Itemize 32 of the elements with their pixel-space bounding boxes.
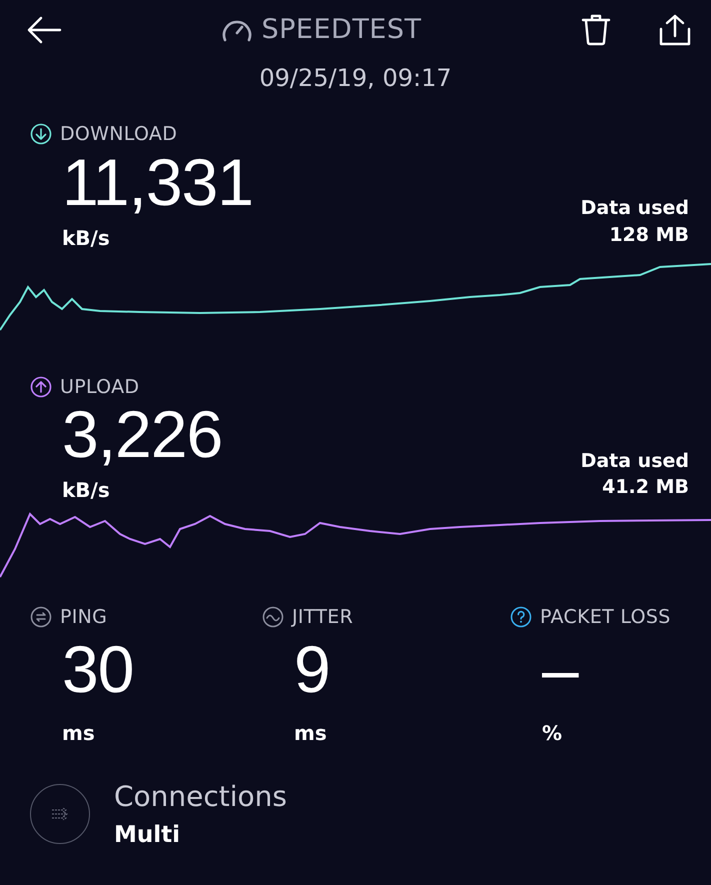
metric-value: 9 — [294, 636, 330, 702]
speed-unit: kB/s — [62, 224, 110, 252]
packet-loss-icon — [510, 606, 532, 628]
metric-label: PING — [60, 605, 108, 630]
connections-label: Connections — [114, 778, 288, 814]
delete-button[interactable] — [580, 14, 611, 46]
speed-value: 11,331 — [62, 148, 253, 214]
download-icon — [30, 123, 52, 146]
metric-label: JITTER — [292, 605, 354, 630]
jitter-icon — [262, 606, 284, 628]
data-used-value: 128 MB — [609, 222, 689, 248]
speed-value: 3,226 — [62, 401, 222, 467]
metric-label: PACKET LOSS — [540, 605, 671, 630]
app-title: SPEEDTEST — [261, 12, 422, 47]
speed-label: UPLOAD — [60, 374, 140, 400]
data-used-label: Data used — [580, 196, 689, 222]
metric-value: – — [542, 636, 578, 702]
data-used-label: Data used — [580, 448, 689, 474]
speed-label: DOWNLOAD — [60, 122, 178, 147]
share-button[interactable] — [658, 14, 691, 46]
back-button[interactable] — [26, 15, 62, 45]
data-used-value: 41.2 MB — [602, 475, 689, 500]
metric-unit: ms — [62, 720, 95, 746]
upload-icon — [30, 376, 52, 398]
metric-unit: % — [542, 720, 562, 746]
ping-icon — [30, 606, 52, 628]
connections-value: Multi — [114, 820, 182, 850]
speed-unit: kB/s — [62, 477, 110, 504]
metric-unit: ms — [294, 720, 327, 746]
connections-icon — [30, 784, 90, 844]
test-date: 09/25/19, 09:17 — [259, 63, 452, 94]
metric-value: 30 — [62, 636, 134, 702]
